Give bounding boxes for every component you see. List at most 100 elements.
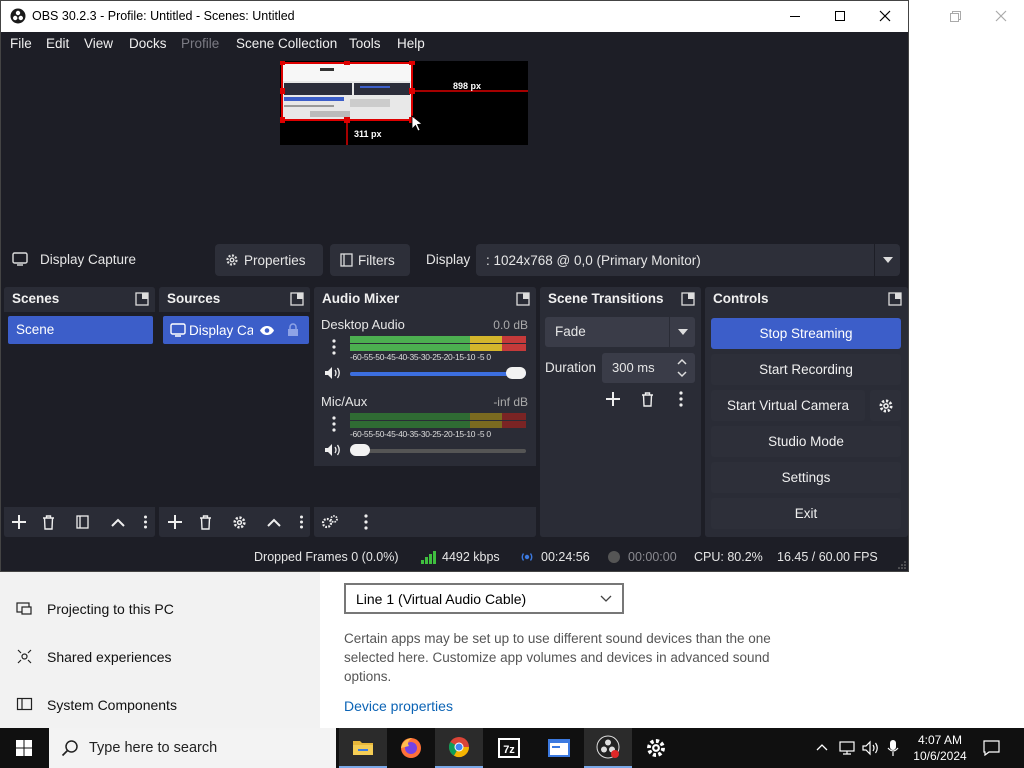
taskbar-file-explorer[interactable]: [339, 728, 387, 768]
source-item-label: Display Capture: [189, 322, 253, 338]
remove-transition-button[interactable]: [636, 388, 658, 410]
notification-icon[interactable]: [983, 740, 1000, 756]
taskbar-app-window[interactable]: [535, 728, 583, 768]
device-properties-link[interactable]: Device properties: [344, 698, 453, 714]
kebab-menu-icon: [143, 515, 147, 529]
filters-button[interactable]: Filters: [330, 244, 410, 276]
minimize-button[interactable]: [772, 1, 818, 31]
properties-button[interactable]: Properties: [215, 244, 323, 276]
spin-down-icon[interactable]: [677, 371, 687, 378]
kebab-menu-icon[interactable]: [332, 339, 336, 355]
scene-item[interactable]: Scene: [8, 316, 153, 344]
sources-list[interactable]: Display Capture: [159, 312, 310, 507]
taskbar-clock[interactable]: 4:07 AM 10/6/2024: [908, 732, 972, 764]
close-button[interactable]: [862, 1, 908, 31]
start-recording-button[interactable]: Start Recording: [711, 354, 901, 385]
float-dock-icon[interactable]: [681, 292, 695, 306]
exit-button[interactable]: Exit: [711, 498, 901, 529]
float-dock-icon[interactable]: [290, 292, 304, 306]
start-button[interactable]: [0, 728, 48, 768]
eye-icon[interactable]: [259, 325, 275, 336]
move-scene-up-button[interactable]: [107, 511, 129, 533]
stop-streaming-button[interactable]: Stop Streaming: [711, 318, 901, 349]
resize-grip-icon[interactable]: [898, 561, 906, 569]
shared-experiences-icon: [17, 649, 32, 664]
dropdown-arrow[interactable]: [874, 244, 900, 276]
add-scene-button[interactable]: [8, 511, 30, 533]
nav-item-projecting[interactable]: Projecting to this PC: [16, 600, 174, 617]
move-source-up-button[interactable]: [263, 511, 285, 533]
gears-icon: [321, 515, 338, 529]
title-bar[interactable]: OBS 30.2.3 - Profile: Untitled - Scenes:…: [1, 1, 908, 32]
preview-area[interactable]: 898 px 311 px: [2, 56, 907, 235]
kebab-menu-icon[interactable]: [332, 416, 336, 432]
float-dock-icon[interactable]: [135, 292, 149, 306]
lock-icon[interactable]: [287, 323, 299, 337]
settings-button[interactable]: Settings: [711, 462, 901, 493]
duration-spinbox[interactable]: 300 ms: [602, 353, 695, 383]
display-select[interactable]: : 1024x768 @ 0,0 (Primary Monitor): [476, 244, 900, 276]
maximize-button[interactable]: [817, 1, 863, 31]
menu-scene-collection[interactable]: Scene Collection: [236, 36, 337, 51]
volume-slider-knob[interactable]: [350, 444, 370, 456]
dropdown-arrow[interactable]: [669, 317, 695, 347]
advanced-audio-button[interactable]: [319, 511, 341, 533]
taskbar-search[interactable]: Type here to search: [49, 728, 336, 768]
properties-label: Properties: [244, 252, 306, 268]
output-device-select[interactable]: Line 1 (Virtual Audio Cable): [344, 583, 624, 614]
window-title: OBS 30.2.3 - Profile: Untitled - Scenes:…: [32, 9, 295, 23]
add-source-button[interactable]: [164, 511, 186, 533]
transition-type-select[interactable]: Fade: [545, 317, 695, 347]
nav-item-system-components[interactable]: System Components: [16, 696, 177, 713]
sources-more-button[interactable]: [296, 511, 306, 533]
gear-icon: [647, 739, 665, 757]
speaker-icon[interactable]: [324, 443, 342, 457]
network-icon[interactable]: [838, 740, 856, 756]
menu-view[interactable]: View: [84, 36, 113, 51]
microphone-icon[interactable]: [887, 739, 899, 757]
menu-tools[interactable]: Tools: [349, 36, 381, 51]
trash-icon: [199, 514, 211, 530]
speaker-icon[interactable]: [324, 366, 342, 380]
chevron-down-icon: [677, 329, 688, 335]
start-virtual-camera-button[interactable]: Start Virtual Camera: [711, 390, 865, 421]
search-icon: [61, 740, 78, 757]
preview-canvas[interactable]: 898 px 311 px: [279, 59, 528, 145]
scenes-list[interactable]: Scene: [4, 312, 155, 507]
filters-label: Filters: [358, 252, 395, 268]
restore-icon[interactable]: [945, 6, 965, 26]
volume-slider[interactable]: [350, 367, 526, 379]
mixer-more-button[interactable]: [355, 511, 377, 533]
clock-time: 4:07 AM: [917, 733, 963, 747]
virtual-camera-settings-button[interactable]: [870, 390, 901, 421]
taskbar-settings[interactable]: [632, 728, 680, 768]
scene-filters-button[interactable]: [71, 511, 93, 533]
remove-source-button[interactable]: [194, 511, 216, 533]
sources-dock: Sources Display Capture: [159, 287, 310, 537]
source-properties-button[interactable]: [228, 511, 250, 533]
close-icon[interactable]: [991, 6, 1011, 26]
menu-docks[interactable]: Docks: [129, 36, 167, 51]
chevron-up-icon[interactable]: [816, 743, 828, 751]
nav-item-shared-experiences[interactable]: Shared experiences: [16, 648, 172, 665]
taskbar-chrome[interactable]: [435, 728, 483, 768]
remove-scene-button[interactable]: [37, 511, 59, 533]
studio-mode-button[interactable]: Studio Mode: [711, 426, 901, 457]
taskbar-obs[interactable]: [584, 728, 632, 768]
scenes-more-button[interactable]: [140, 511, 150, 533]
taskbar-firefox[interactable]: [387, 728, 435, 768]
menu-file[interactable]: File: [10, 36, 32, 51]
volume-slider[interactable]: [350, 444, 526, 456]
menu-edit[interactable]: Edit: [46, 36, 69, 51]
volume-icon[interactable]: [862, 740, 880, 756]
float-dock-icon[interactable]: [516, 292, 530, 306]
float-dock-icon[interactable]: [888, 292, 902, 306]
add-transition-button[interactable]: [602, 388, 624, 410]
menu-help[interactable]: Help: [397, 36, 425, 51]
chevron-up-icon: [111, 518, 125, 527]
transitions-more-button[interactable]: [670, 388, 692, 410]
volume-slider-knob[interactable]: [506, 367, 526, 379]
taskbar-7zip[interactable]: 7z: [485, 728, 533, 768]
spin-up-icon[interactable]: [677, 358, 687, 365]
source-item[interactable]: Display Capture: [163, 316, 309, 344]
